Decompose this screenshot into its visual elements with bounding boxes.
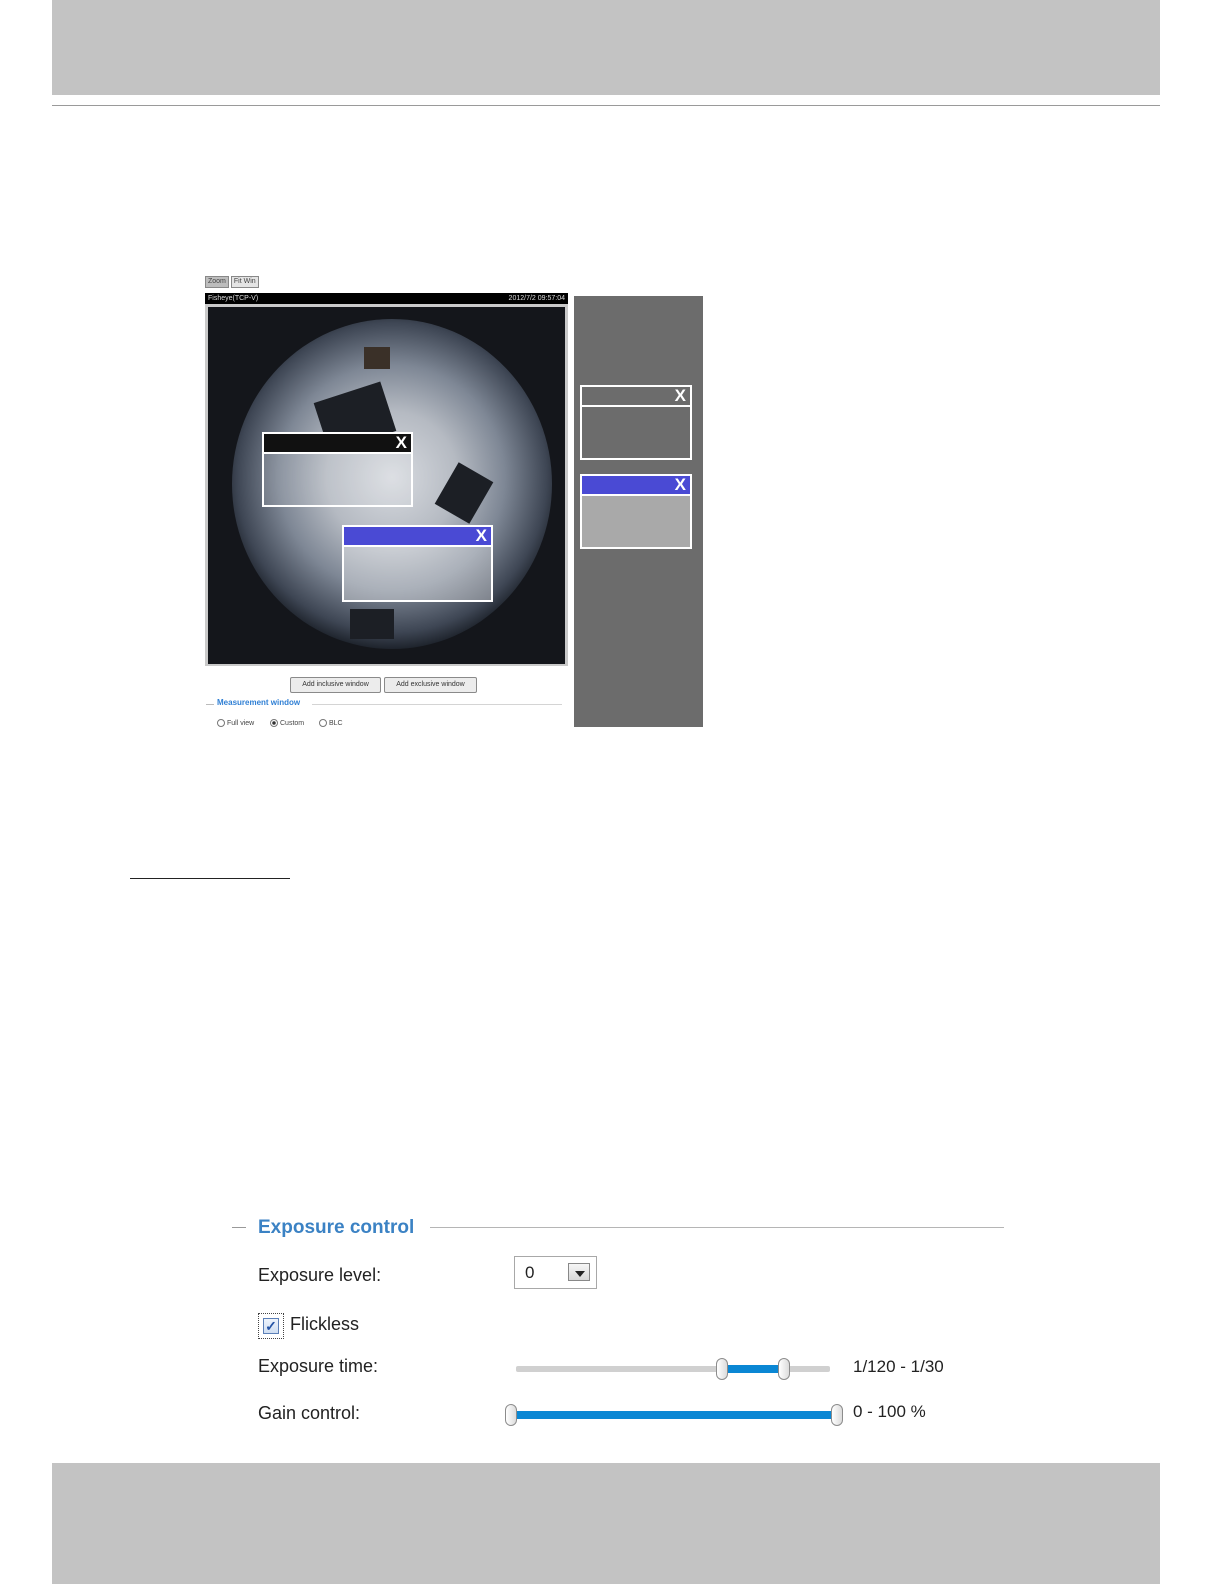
header-band <box>52 0 1160 95</box>
measurement-legend-rule <box>312 704 562 705</box>
gain-control-max-handle[interactable] <box>831 1404 843 1426</box>
exposure-time-max-handle[interactable] <box>778 1358 790 1380</box>
add-exclusive-window-button[interactable]: Add exclusive window <box>384 677 477 693</box>
radio-circle[interactable] <box>270 719 278 727</box>
inclusive-window[interactable]: X <box>262 432 413 507</box>
radio-label: Full view <box>227 719 255 727</box>
gain-control-min-handle[interactable] <box>505 1404 517 1426</box>
radio-blc[interactable]: BLC <box>319 719 343 727</box>
scene-picture <box>364 347 390 369</box>
exposure-level-select[interactable]: 0 <box>514 1256 597 1289</box>
window-legend-panel: X X <box>574 296 703 727</box>
measurement-window-legend: Measurement window <box>217 698 301 707</box>
exclusive-window-sample: X <box>580 474 692 549</box>
exclusive-window-titlebar[interactable]: X <box>344 527 491 547</box>
viewer-tabs: Zoom Fit Win <box>205 276 259 288</box>
gain-control-label: Gain control: <box>258 1403 361 1423</box>
radio-custom[interactable]: Custom <box>270 719 304 727</box>
gain-control-value: 0 - 100 % <box>853 1402 926 1421</box>
chevron-down-icon[interactable] <box>568 1263 590 1281</box>
exposure-control-title: Exposure control <box>258 1217 415 1238</box>
add-inclusive-window-button[interactable]: Add inclusive window <box>290 677 381 693</box>
video-titlebar: Fisheye(TCP-V) 2012/7/2 09:57:04 <box>205 293 568 304</box>
measurement-legend-rule <box>206 704 214 705</box>
close-icon: X <box>674 386 686 405</box>
exposure-level-value: 0 <box>525 1263 535 1282</box>
radio-circle[interactable] <box>217 719 225 727</box>
exposure-time-min-handle[interactable] <box>716 1358 728 1380</box>
video-timestamp: 2012/7/2 09:57:04 <box>508 295 565 302</box>
close-icon[interactable]: X <box>476 527 487 545</box>
close-icon: X <box>674 475 686 494</box>
scene-monitor <box>434 462 494 524</box>
inclusive-window-body[interactable] <box>264 454 411 505</box>
inclusive-window-sample: X <box>580 385 692 460</box>
tab-fit-win[interactable]: Fit Win <box>230 276 259 288</box>
scene-monitor <box>350 609 394 639</box>
exposure-time-label: Exposure time: <box>258 1356 379 1376</box>
inclusive-sample-titlebar: X <box>582 387 690 407</box>
tab-zoom[interactable]: Zoom <box>205 276 229 288</box>
fieldset-rule <box>232 1227 246 1228</box>
exposure-level-label: Exposure level: <box>258 1265 382 1285</box>
fieldset-rule <box>430 1227 1004 1228</box>
checkmark-icon[interactable]: ✓ <box>263 1318 279 1334</box>
exclusive-sample-titlebar: X <box>582 476 690 496</box>
radio-label: Custom <box>280 719 305 727</box>
video-frame: X X <box>205 304 568 666</box>
exclusive-window-body[interactable] <box>344 547 491 600</box>
gain-control-range-fill[interactable] <box>511 1411 838 1419</box>
radio-label: BLC <box>329 719 343 727</box>
section-link-underline <box>130 878 290 879</box>
inclusive-window-titlebar[interactable]: X <box>264 434 411 454</box>
footer-band <box>52 1463 1160 1584</box>
exposure-time-range-fill <box>722 1365 784 1373</box>
exposure-time-value: 1/120 - 1/30 <box>853 1357 944 1376</box>
radio-circle[interactable] <box>319 719 327 727</box>
exclusive-sample-body <box>582 496 690 547</box>
video-view[interactable]: X X <box>208 307 565 664</box>
close-icon[interactable]: X <box>396 434 407 452</box>
exclusive-window[interactable]: X <box>342 525 493 602</box>
inclusive-sample-body <box>582 407 690 458</box>
radio-full-view[interactable]: Full view <box>217 719 254 727</box>
flickless-label: Flickless <box>290 1314 360 1334</box>
flickless-checkbox[interactable]: ✓ <box>258 1313 284 1339</box>
video-title: Fisheye(TCP-V) <box>208 295 259 302</box>
header-divider <box>52 105 1160 106</box>
